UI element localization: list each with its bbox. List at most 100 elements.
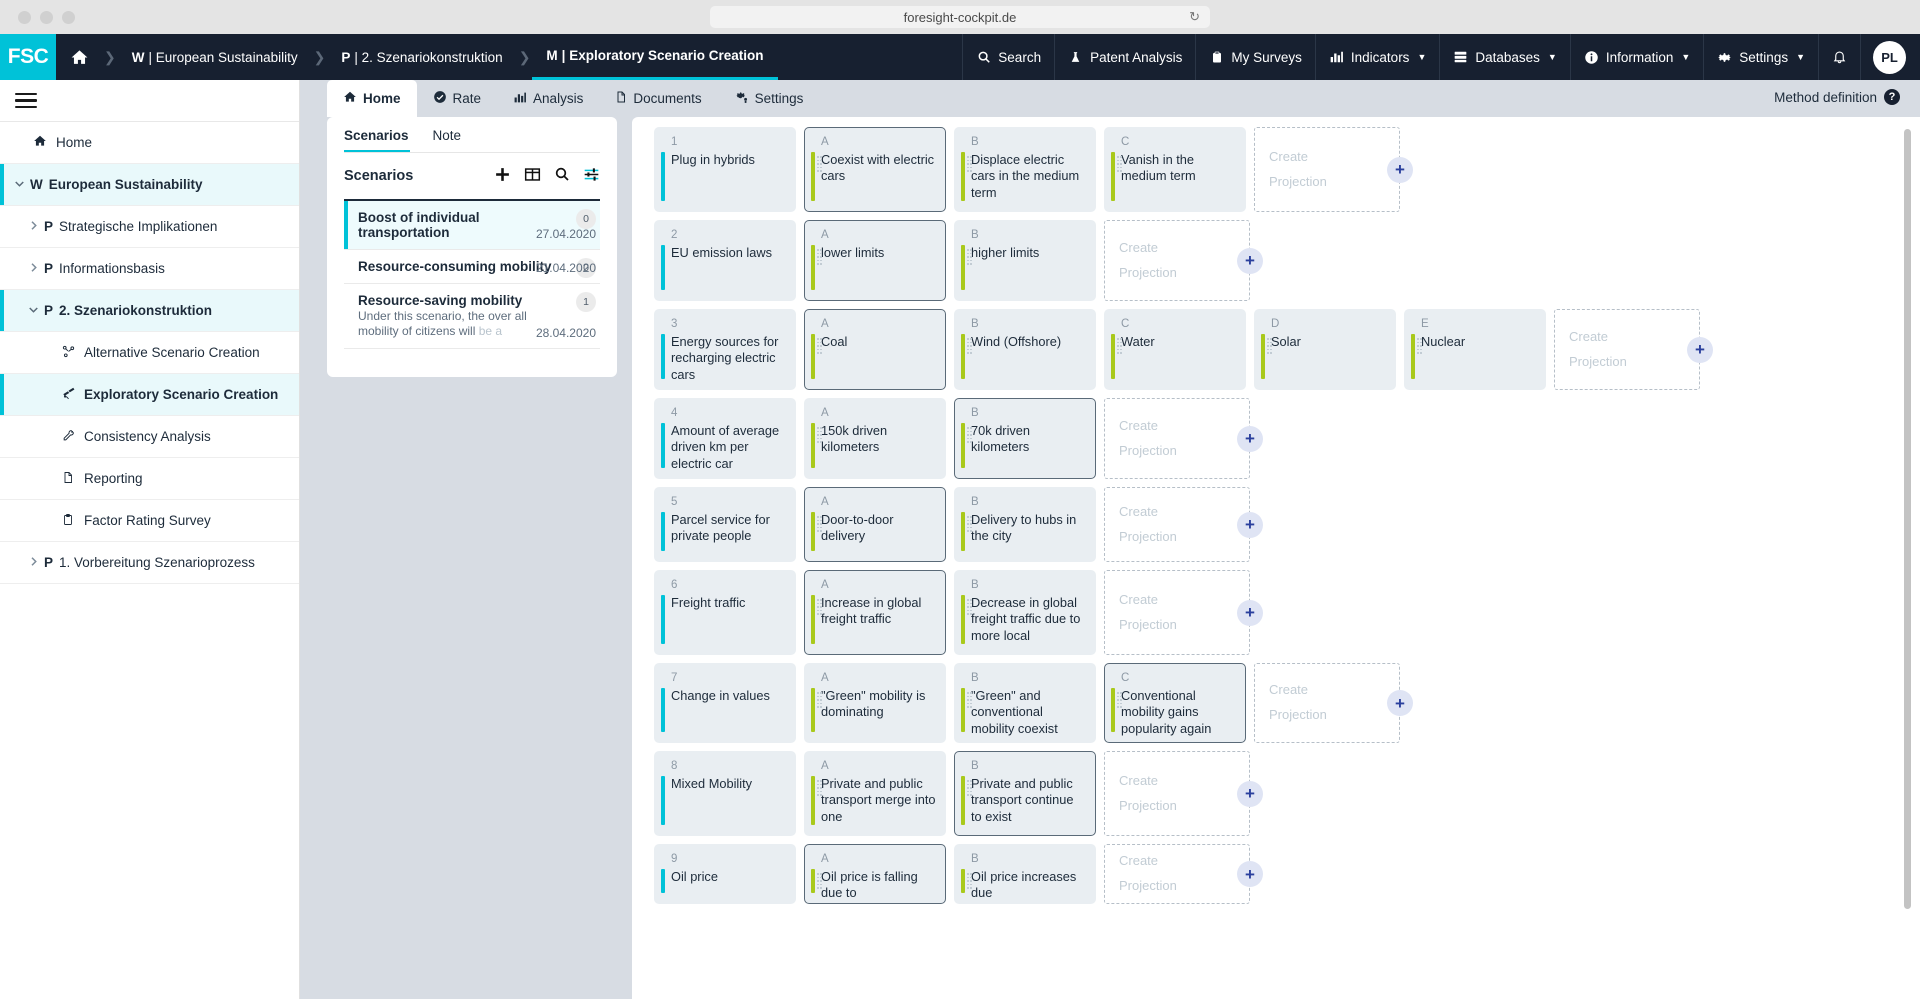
add-projection-button[interactable]: + [1687, 336, 1713, 363]
factor-card[interactable]: 3 Energy sources for recharging electric … [654, 309, 796, 390]
projection-card[interactable]: B Delivery to hubs in the city [954, 487, 1096, 562]
drag-handle-icon[interactable] [1117, 156, 1122, 172]
nav-item-databases[interactable]: Databases ▼ [1440, 34, 1571, 80]
create-projection-placeholder[interactable]: Create Projection + [1254, 127, 1413, 212]
app-logo[interactable]: FSC [0, 34, 56, 80]
tab-settings[interactable]: Settings [718, 80, 820, 117]
filter-button[interactable] [583, 167, 600, 186]
create-projection-placeholder[interactable]: Create Projection + [1104, 398, 1263, 479]
scenario-list-item[interactable]: Resource-consuming mobility 0 21.04.2020 [344, 250, 600, 284]
factor-card[interactable]: 7 Change in values [654, 663, 796, 743]
close-window-dot[interactable] [18, 10, 31, 24]
columns-icon[interactable] [524, 167, 541, 186]
drag-handle-icon[interactable] [1117, 338, 1122, 354]
nav-item-search[interactable]: Search [962, 34, 1056, 80]
projection-card[interactable]: B "Green" and conventional mobility coexi… [954, 663, 1096, 743]
panel-tab-scenarios[interactable]: Scenarios [344, 128, 419, 143]
sidebar-item-1-vorbereitung-szenarioprozess[interactable]: P 1. Vorbereitung Szenarioprozess [0, 542, 299, 584]
avatar[interactable]: PL [1873, 40, 1906, 74]
chevron-down-icon[interactable] [8, 179, 30, 191]
chevron-down-icon[interactable] [22, 305, 44, 317]
projection-card[interactable]: B Displace electric cars in the medium te… [954, 127, 1096, 212]
chevron-right-icon[interactable] [22, 556, 44, 570]
add-projection-button[interactable]: + [1387, 156, 1413, 183]
reload-icon[interactable]: ↻ [1189, 9, 1200, 25]
drag-handle-icon[interactable] [817, 338, 822, 354]
search-button[interactable] [554, 166, 570, 186]
add-projection-button[interactable]: + [1237, 861, 1263, 887]
add-projection-button[interactable]: + [1237, 780, 1263, 807]
drag-handle-icon[interactable] [1267, 338, 1272, 354]
projection-card[interactable]: C Vanish in the medium term [1104, 127, 1246, 212]
chevron-right-icon[interactable] [22, 220, 44, 234]
create-projection-placeholder[interactable]: Create Projection + [1254, 663, 1413, 743]
projection-card[interactable]: B Oil price increases due [954, 844, 1096, 904]
drag-handle-icon[interactable] [967, 692, 972, 708]
sidebar-item-european-sustainability[interactable]: W European Sustainability [0, 164, 299, 206]
drag-handle-icon[interactable] [817, 780, 822, 796]
factor-card[interactable]: 9 Oil price [654, 844, 796, 904]
projection-card[interactable]: B Decrease in global freight traffic due … [954, 570, 1096, 655]
factor-card[interactable]: 1 Plug in hybrids [654, 127, 796, 212]
create-projection-placeholder[interactable]: Create Projection + [1104, 844, 1263, 904]
projection-card[interactable]: A Oil price is falling due to [804, 844, 946, 904]
add-projection-button[interactable]: + [1237, 599, 1263, 626]
create-projection-placeholder[interactable]: Create Projection + [1104, 487, 1263, 562]
bell-icon[interactable] [1819, 34, 1861, 80]
chevron-right-icon[interactable] [22, 262, 44, 276]
projection-card[interactable]: B Wind (Offshore) [954, 309, 1096, 390]
nav-item-indicators[interactable]: Indicators ▼ [1316, 34, 1441, 80]
sidebar-item-alternative-scenario-creation[interactable]: Alternative Scenario Creation [0, 332, 299, 374]
factor-card[interactable]: 2 EU emission laws [654, 220, 796, 301]
drag-handle-icon[interactable] [967, 873, 972, 889]
drag-handle-icon[interactable] [817, 249, 822, 265]
factor-card[interactable]: 5 Parcel service for private people [654, 487, 796, 562]
method-definition-link[interactable]: Method definition ? [1774, 89, 1900, 105]
home-icon[interactable] [56, 34, 102, 80]
tab-rate[interactable]: Rate [417, 80, 498, 117]
factor-card[interactable]: 4 Amount of average driven km per electri… [654, 398, 796, 479]
drag-handle-icon[interactable] [817, 692, 822, 708]
projection-card[interactable]: D Solar [1254, 309, 1396, 390]
nav-item-information[interactable]: Information ▼ [1571, 34, 1705, 80]
create-projection-placeholder[interactable]: Create Projection + [1104, 220, 1263, 301]
sidebar-item-factor-rating-survey[interactable]: Factor Rating Survey [0, 500, 299, 542]
add-projection-button[interactable]: + [1237, 511, 1263, 538]
projection-card[interactable]: A Private and public transport merge into… [804, 751, 946, 836]
address-bar[interactable]: foresight-cockpit.de ↻ [710, 6, 1210, 28]
projection-card[interactable]: A Increase in global freight traffic [804, 570, 946, 655]
drag-handle-icon[interactable] [817, 599, 822, 615]
projection-card[interactable]: Alower limits [804, 220, 946, 301]
question-mark-icon[interactable]: ? [1884, 89, 1900, 105]
projection-card[interactable]: A Coexist with electric cars [804, 127, 946, 212]
create-projection-placeholder[interactable]: Create Projection + [1554, 309, 1713, 390]
breadcrumb-item-method[interactable]: M | Exploratory Scenario Creation [532, 34, 778, 80]
drag-handle-icon[interactable] [817, 516, 822, 532]
create-projection-placeholder[interactable]: Create Projection + [1104, 751, 1263, 836]
drag-handle-icon[interactable] [967, 780, 972, 796]
add-projection-button[interactable]: + [1387, 690, 1413, 716]
projection-card[interactable]: A Coal [804, 309, 946, 390]
create-projection-placeholder[interactable]: Create Projection + [1104, 570, 1263, 655]
drag-handle-icon[interactable] [967, 599, 972, 615]
sidebar-item-home[interactable]: Home [0, 122, 299, 164]
drag-handle-icon[interactable] [967, 338, 972, 354]
sidebar-item-consistency-analysis[interactable]: Consistency Analysis [0, 416, 299, 458]
drag-handle-icon[interactable] [967, 249, 972, 265]
drag-handle-icon[interactable] [967, 516, 972, 532]
factor-card[interactable]: 8 Mixed Mobility [654, 751, 796, 836]
sidebar-item-informationsbasis[interactable]: P Informationsbasis [0, 248, 299, 290]
sidebar-item-reporting[interactable]: Reporting [0, 458, 299, 500]
minimize-window-dot[interactable] [40, 10, 53, 24]
drag-handle-icon[interactable] [817, 873, 822, 889]
drag-handle-icon[interactable] [817, 156, 822, 172]
factor-card[interactable]: 6 Freight traffic [654, 570, 796, 655]
projection-card[interactable]: A Door-to-door delivery [804, 487, 946, 562]
nav-item-settings[interactable]: Settings ▼ [1704, 34, 1819, 80]
nav-item-patent-analysis[interactable]: Patent Analysis [1055, 34, 1197, 80]
projection-card[interactable]: C Water [1104, 309, 1246, 390]
window-controls[interactable] [18, 10, 75, 24]
add-projection-button[interactable]: + [1237, 425, 1263, 452]
drag-handle-icon[interactable] [1417, 338, 1422, 354]
tab-home[interactable]: Home [327, 80, 417, 117]
